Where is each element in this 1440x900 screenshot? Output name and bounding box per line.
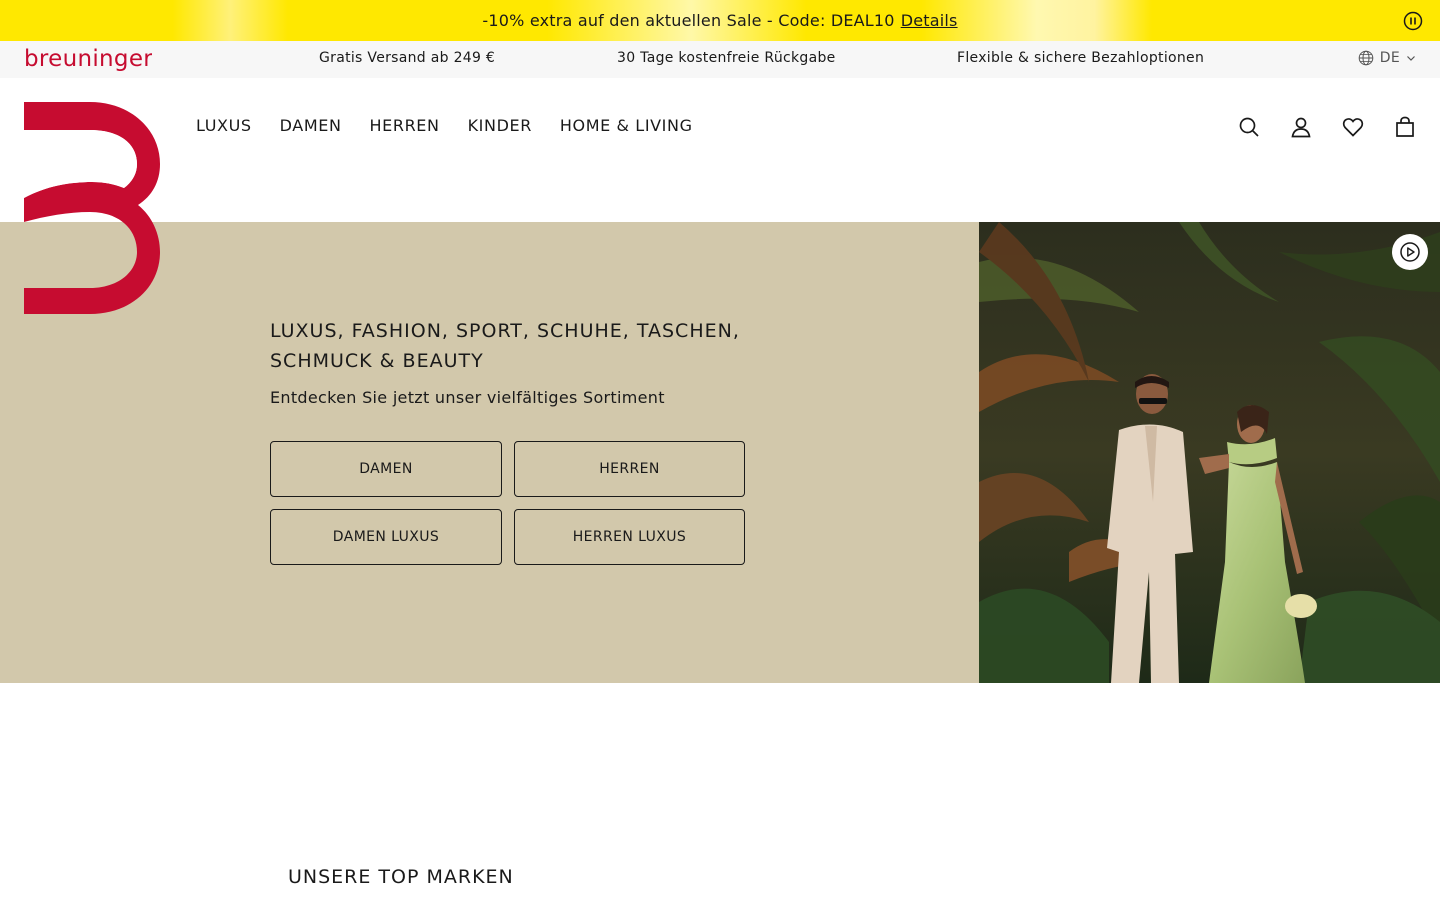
nav-item-kinder[interactable]: KINDER xyxy=(468,116,532,135)
promo-details-link[interactable]: Details xyxy=(901,11,958,30)
usp-bar: breuninger Gratis Versand ab 249 € 30 Ta… xyxy=(0,41,1440,78)
svg-text:breuninger: breuninger xyxy=(24,46,152,72)
usp-shipping: Gratis Versand ab 249 € xyxy=(319,50,496,66)
top-brands-title: UNSERE TOP MARKEN xyxy=(288,866,514,888)
usp-returns: 30 Tage kostenfreie Rückgabe xyxy=(617,50,836,66)
bag-icon[interactable] xyxy=(1394,116,1416,138)
language-selector[interactable]: DE xyxy=(1358,50,1416,66)
play-circle-icon xyxy=(1400,242,1420,262)
main-navigation: LUXUS DAMEN HERREN KINDER HOME & LIVING xyxy=(196,116,693,135)
video-play-button[interactable] xyxy=(1392,234,1428,270)
herren-luxus-button[interactable]: HERREN LUXUS xyxy=(514,509,745,565)
nav-item-luxus[interactable]: LUXUS xyxy=(196,116,252,135)
heart-icon[interactable] xyxy=(1342,116,1364,138)
hero-subtitle: Entdecken Sie jetzt unser vielfältiges S… xyxy=(270,388,665,407)
chevron-down-icon xyxy=(1407,56,1415,61)
header-actions xyxy=(1238,116,1416,138)
breuninger-wordmark-logo[interactable]: breuninger xyxy=(24,45,152,73)
main-header: LUXUS DAMEN HERREN KINDER HOME & LIVING xyxy=(0,78,1440,222)
hero-photo-illustration xyxy=(979,222,1440,683)
hero-title: LUXUS, FASHION, SPORT, SCHUHE, TASCHEN, … xyxy=(270,320,740,372)
nav-item-home-living[interactable]: HOME & LIVING xyxy=(560,116,693,135)
promo-bar: -10% extra auf den aktuellen Sale - Code… xyxy=(0,0,1440,41)
user-icon[interactable] xyxy=(1290,116,1312,138)
hero-section: LUXUS, FASHION, SPORT, SCHUHE, TASCHEN, … xyxy=(0,222,1440,683)
damen-button[interactable]: DAMEN xyxy=(270,441,502,497)
damen-luxus-button[interactable]: DAMEN LUXUS xyxy=(270,509,502,565)
herren-button[interactable]: HERREN xyxy=(514,441,745,497)
promo-text: -10% extra auf den aktuellen Sale - Code… xyxy=(482,11,895,30)
hero-image[interactable] xyxy=(979,222,1440,683)
breuninger-b-logo[interactable] xyxy=(24,102,160,314)
usp-payment: Flexible & sichere Bezahloptionen xyxy=(957,50,1205,66)
nav-item-herren[interactable]: HERREN xyxy=(370,116,440,135)
search-icon[interactable] xyxy=(1238,116,1260,138)
globe-icon xyxy=(1358,50,1374,66)
pause-icon[interactable] xyxy=(1403,11,1423,31)
nav-item-damen[interactable]: DAMEN xyxy=(280,116,342,135)
language-label: DE xyxy=(1379,50,1400,66)
